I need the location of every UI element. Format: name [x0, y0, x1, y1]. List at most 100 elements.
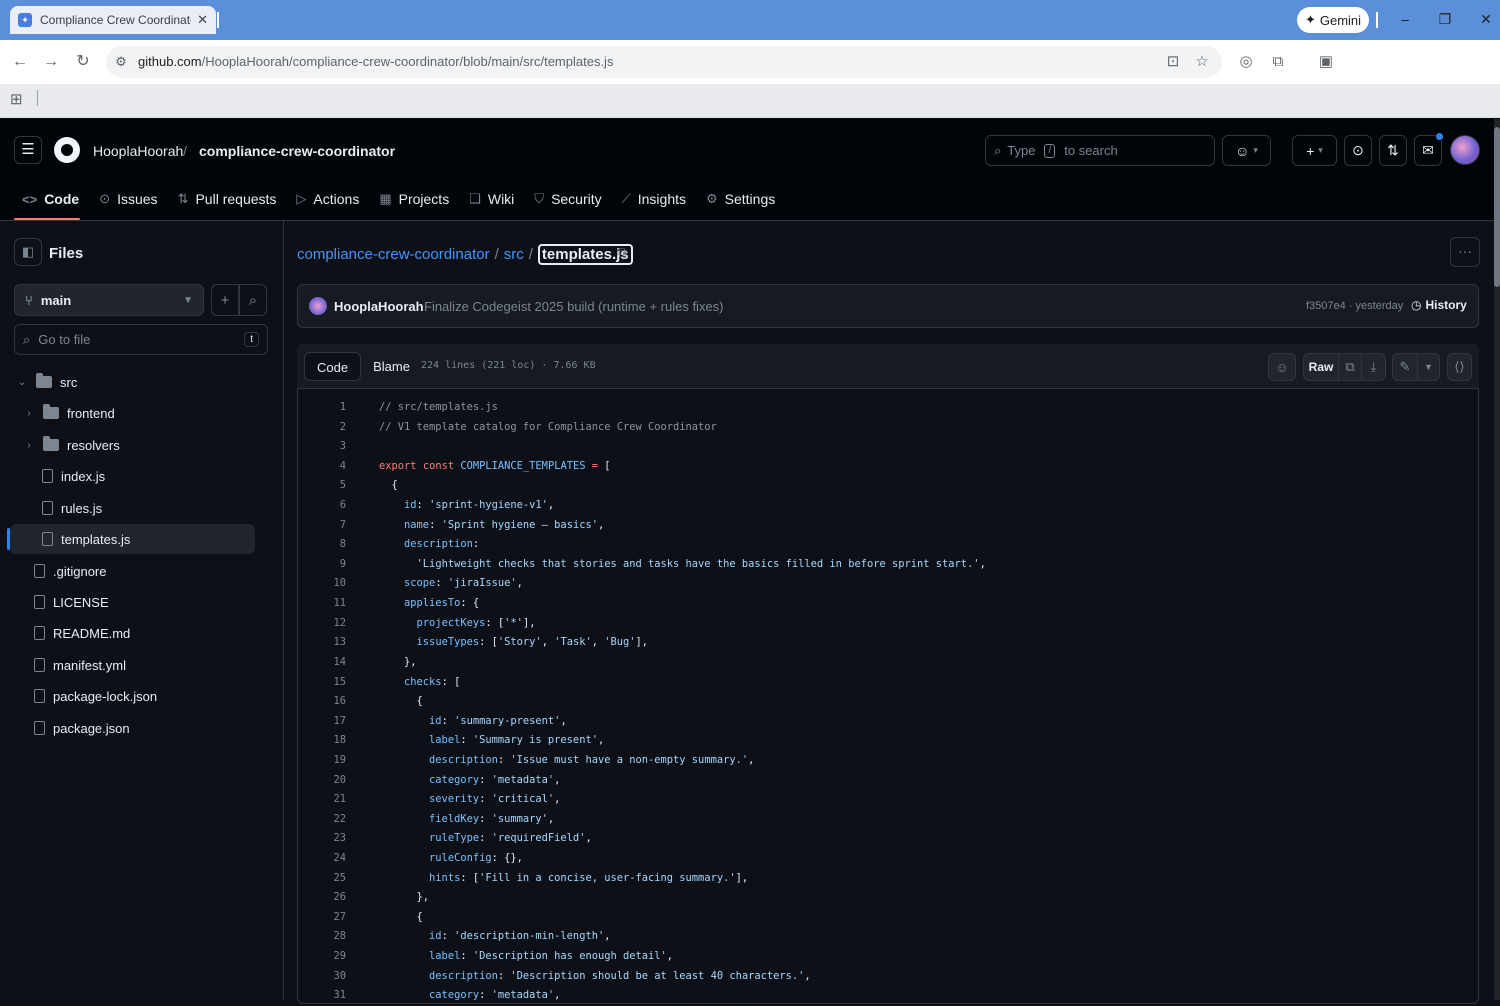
scrollbar-thumb[interactable]: [1494, 127, 1500, 287]
tab-code[interactable]: <> Code: [14, 186, 89, 212]
line-number[interactable]: 7: [298, 516, 348, 536]
history-button[interactable]: ◷ History: [1411, 298, 1467, 312]
commit-meta[interactable]: f3507e4 · yesterday: [1306, 300, 1403, 312]
create-new-button[interactable]: + ▾: [1292, 135, 1337, 166]
line-number[interactable]: 16: [298, 692, 348, 712]
line-number[interactable]: 17: [298, 712, 348, 732]
commit-message[interactable]: Finalize Codegeist 2025 build (runtime +…: [424, 299, 724, 314]
tab-actions[interactable]: ▷ Actions: [288, 186, 369, 212]
line-number[interactable]: 3: [298, 437, 348, 457]
tab-code[interactable]: Code: [304, 352, 362, 381]
tree-file-gitignore[interactable]: .gitignore: [34, 556, 106, 586]
tree-file-rules-js[interactable]: rules.js: [42, 493, 102, 523]
tab-close-icon[interactable]: ✕: [197, 12, 208, 28]
commit-author[interactable]: HooplaHoorah: [334, 299, 424, 314]
tree-folder-src[interactable]: ⌄ src: [16, 367, 77, 397]
tab-settings[interactable]: ⚙ Settings: [698, 186, 785, 212]
line-number[interactable]: 26: [298, 888, 348, 908]
tab-security[interactable]: ⛉ Security: [526, 186, 611, 212]
line-number[interactable]: 8: [298, 535, 348, 555]
line-number[interactable]: 14: [298, 653, 348, 673]
tab-issues[interactable]: ⊙ Issues: [91, 186, 167, 212]
menu-icon[interactable]: ☰: [14, 136, 42, 164]
tree-file-package-json[interactable]: package.json: [34, 713, 130, 743]
close-window-icon[interactable]: ✕: [1476, 9, 1496, 29]
line-number[interactable]: 27: [298, 908, 348, 928]
repo-owner-link[interactable]: HooplaHoorah: [93, 143, 183, 159]
search-files-icon[interactable]: ⌕: [239, 284, 267, 316]
apps-grid-icon[interactable]: ⊞: [10, 90, 23, 108]
path-repo-link[interactable]: compliance-crew-coordinator: [297, 246, 490, 263]
copy-path-icon[interactable]: ⧉: [617, 244, 627, 261]
tab-wiki[interactable]: ❑ Wiki: [461, 186, 524, 212]
line-number[interactable]: 19: [298, 751, 348, 771]
commit-author-avatar[interactable]: [309, 297, 327, 315]
line-number[interactable]: 5: [298, 476, 348, 496]
line-number[interactable]: 11: [298, 594, 348, 614]
tree-file-templates-js[interactable]: templates.js: [42, 524, 130, 554]
tree-file-package-lock-json[interactable]: package-lock.json: [34, 681, 157, 711]
page-scrollbar[interactable]: [1494, 119, 1500, 1000]
site-settings-icon[interactable]: ⚙: [111, 52, 131, 72]
tab-projects[interactable]: ▦ Projects: [371, 186, 459, 212]
chevron-right-icon[interactable]: ›: [23, 440, 35, 451]
tab-pull-requests[interactable]: ⇅ Pull requests: [170, 186, 287, 212]
line-number[interactable]: 6: [298, 496, 348, 516]
line-number[interactable]: 29: [298, 947, 348, 967]
add-file-icon[interactable]: +: [211, 284, 239, 316]
line-number[interactable]: 18: [298, 731, 348, 751]
line-number[interactable]: 10: [298, 574, 348, 594]
copilot-ask-icon[interactable]: ☺: [1268, 353, 1296, 381]
download-icon[interactable]: ⤓: [1361, 353, 1386, 381]
line-number[interactable]: 13: [298, 633, 348, 653]
repo-name-link[interactable]: compliance-crew-coordinator: [199, 143, 395, 159]
tab-blame[interactable]: Blame: [361, 352, 422, 381]
line-number[interactable]: 25: [298, 869, 348, 889]
line-number[interactable]: 15: [298, 673, 348, 693]
line-number[interactable]: 22: [298, 810, 348, 830]
tree-file-manifest-yml[interactable]: manifest.yml: [34, 650, 126, 680]
extension-circle-icon[interactable]: ◎: [1236, 52, 1256, 72]
restore-icon[interactable]: ❐: [1435, 9, 1455, 29]
extensions-puzzle-icon[interactable]: ⧉: [1268, 52, 1288, 72]
back-icon[interactable]: ←: [10, 52, 30, 72]
pull-requests-icon[interactable]: ⇅: [1379, 135, 1407, 166]
chevron-down-icon[interactable]: ⌄: [16, 377, 28, 388]
line-number[interactable]: 28: [298, 927, 348, 947]
user-avatar[interactable]: [1450, 135, 1480, 165]
reload-icon[interactable]: ↻: [73, 52, 93, 72]
tree-file-license[interactable]: LICENSE: [34, 587, 109, 617]
search-input[interactable]: ⌕ Type / to search: [985, 135, 1215, 166]
go-to-file-input[interactable]: ⌕ Go to file t: [14, 324, 268, 355]
issues-icon[interactable]: ⊙: [1344, 135, 1372, 166]
browser-tab[interactable]: ✦ Compliance Crew Coordinator ✕: [10, 6, 216, 34]
edit-pencil-icon[interactable]: ✎: [1392, 353, 1418, 381]
copilot-button[interactable]: ☺ ▾: [1222, 135, 1271, 166]
line-number[interactable]: 21: [298, 790, 348, 810]
line-number[interactable]: 1: [298, 398, 348, 418]
minimize-icon[interactable]: –: [1395, 9, 1415, 29]
sidebar-collapse-icon[interactable]: ◧: [14, 238, 42, 266]
bookmark-star-icon[interactable]: ☆: [1192, 52, 1212, 72]
install-app-icon[interactable]: ⊡: [1163, 52, 1183, 72]
line-number[interactable]: 20: [298, 771, 348, 791]
tree-file-readme-md[interactable]: README.md: [34, 618, 130, 648]
line-number[interactable]: 4: [298, 457, 348, 477]
line-number[interactable]: 24: [298, 849, 348, 869]
branch-selector[interactable]: ⑂ main ▼: [14, 284, 204, 316]
line-number[interactable]: 23: [298, 829, 348, 849]
symbols-panel-icon[interactable]: ⟨⟩: [1447, 353, 1472, 381]
path-dir-link[interactable]: src: [504, 246, 524, 263]
url-text[interactable]: github.com/HooplaHoorah/compliance-crew-…: [138, 54, 613, 69]
side-panel-icon[interactable]: ▣: [1316, 52, 1336, 72]
chevron-down-icon[interactable]: ▼: [1417, 353, 1440, 381]
gemini-button[interactable]: ✦ Gemini: [1297, 7, 1369, 33]
more-options-icon[interactable]: ···: [1450, 237, 1480, 267]
tree-folder-frontend[interactable]: › frontend: [23, 398, 115, 428]
tab-insights[interactable]: ⟋ Insights: [614, 186, 696, 212]
line-number[interactable]: 2: [298, 418, 348, 438]
tree-file-index-js[interactable]: index.js: [42, 461, 105, 491]
tree-folder-resolvers[interactable]: › resolvers: [23, 430, 120, 460]
forward-icon[interactable]: →: [41, 52, 61, 72]
chevron-right-icon[interactable]: ›: [23, 408, 35, 419]
